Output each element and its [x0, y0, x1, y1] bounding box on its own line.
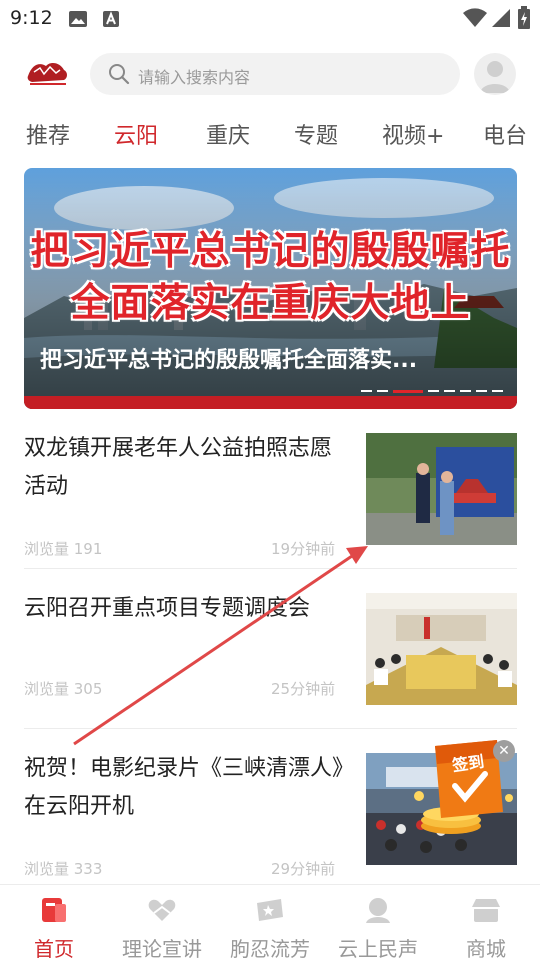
nav-theory[interactable]: 理论宣讲	[108, 885, 216, 960]
nav-store[interactable]: 商城	[432, 885, 540, 960]
search-icon	[109, 64, 130, 85]
tab-radio[interactable]: 电台	[483, 118, 527, 150]
carousel-dot	[492, 390, 503, 392]
news-title[interactable]: 云阳召开重点项目专题调度会	[24, 590, 349, 628]
tab-recommend[interactable]: 推荐	[26, 118, 70, 150]
battery-charging-icon	[518, 6, 530, 29]
tab-yunyang[interactable]: 云阳	[114, 118, 158, 150]
banner-carousel[interactable]: 把习近平总书记的殷殷嘱托 全面落实在重庆大地上 把习近平总书记的殷殷嘱托全面落实…	[24, 168, 517, 409]
news-item[interactable]: 双龙镇开展老年人公益拍照志愿活动 浏览量 191 19分钟前	[24, 430, 517, 568]
carousel-dot	[476, 390, 487, 392]
news-thumbnail[interactable]	[366, 433, 517, 545]
ticket-icon	[257, 899, 283, 921]
nav-label: 云上民声	[338, 937, 418, 960]
nav-label: 朐忍流芳	[230, 937, 310, 960]
bottom-navigation: 首页 理论宣讲 朐忍流芳 云上民声 商城	[0, 884, 540, 960]
user-icon	[480, 61, 510, 93]
home-icon	[42, 898, 66, 922]
font-notification-icon	[103, 11, 119, 27]
user-avatar[interactable]	[474, 53, 516, 95]
news-views: 浏览量 191	[24, 540, 103, 558]
divider	[24, 728, 517, 729]
channel-tabs: 推荐 云阳 重庆 专题 视频+ 电台	[0, 118, 540, 158]
search-input[interactable]: 请输入搜索内容	[138, 64, 250, 88]
carousel-dot	[361, 390, 372, 392]
nav-culture[interactable]: 朐忍流芳	[216, 885, 324, 960]
wifi-icon	[463, 8, 487, 27]
carousel-dot	[460, 390, 471, 392]
news-title[interactable]: 祝贺！电影纪录片《三峡清漂人》在云阳开机	[24, 750, 349, 826]
tab-video[interactable]: 视频+	[382, 118, 444, 150]
status-bar: 9:12	[0, 0, 540, 38]
app-logo[interactable]	[26, 58, 70, 88]
close-icon[interactable]: ✕	[493, 740, 515, 762]
carousel-dot	[377, 390, 388, 392]
news-time: 19分钟前	[271, 540, 336, 558]
news-title[interactable]: 双龙镇开展老年人公益拍照志愿活动	[24, 430, 349, 506]
person-icon	[366, 898, 390, 923]
nav-label: 商城	[466, 937, 506, 960]
nav-label: 首页	[34, 937, 74, 960]
divider	[24, 568, 517, 569]
signal-icon	[492, 9, 510, 27]
news-time: 25分钟前	[271, 680, 336, 698]
banner-caption: 把习近平总书记的殷殷嘱托全面落实...	[40, 348, 418, 373]
carousel-indicator	[361, 390, 503, 393]
store-icon	[472, 899, 500, 922]
news-views: 浏览量 333	[24, 860, 103, 878]
heart-hands-icon	[148, 899, 176, 921]
news-time: 29分钟前	[271, 860, 336, 878]
search-bar[interactable]: 请输入搜索内容	[90, 53, 460, 95]
nav-voices[interactable]: 云上民声	[324, 885, 432, 960]
header: 请输入搜索内容	[0, 50, 540, 98]
nav-label: 理论宣讲	[122, 937, 202, 960]
news-views: 浏览量 305	[24, 680, 103, 698]
carousel-dot	[444, 390, 455, 392]
status-time: 9:12	[10, 7, 53, 29]
image-notification-icon	[69, 11, 87, 27]
carousel-dot-active	[393, 390, 423, 393]
tab-topics[interactable]: 专题	[294, 118, 338, 150]
nav-home[interactable]: 首页	[0, 885, 108, 960]
news-thumbnail[interactable]	[366, 593, 517, 705]
banner-headline-line1: 把习近平总书记的殷殷嘱托	[30, 229, 511, 274]
news-item[interactable]: 云阳召开重点项目专题调度会 浏览量 305 25分钟前	[24, 590, 517, 728]
carousel-dot	[428, 390, 439, 392]
banner-headline-line2: 全面落实在重庆大地上	[70, 281, 471, 326]
tab-chongqing[interactable]: 重庆	[206, 118, 250, 150]
